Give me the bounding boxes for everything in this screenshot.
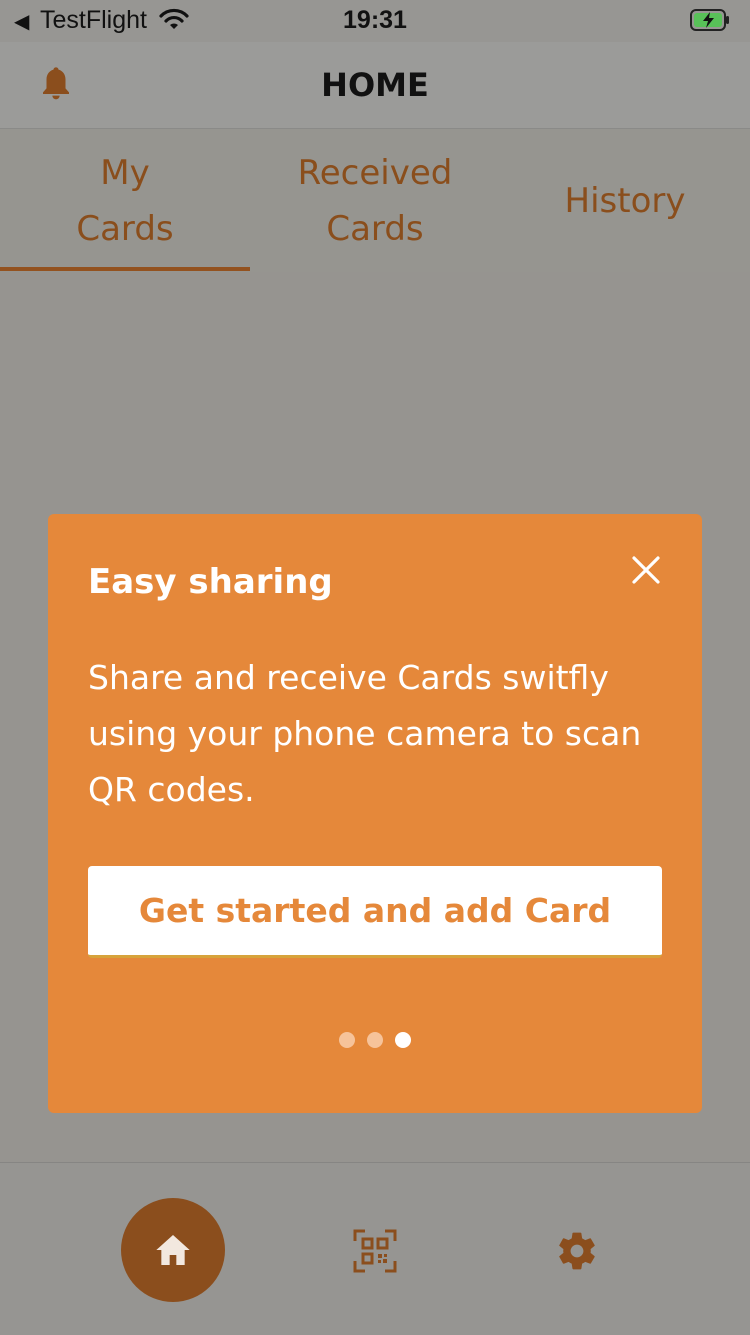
modal-title: Easy sharing xyxy=(88,562,333,602)
tab-bar: My Cards Received Cards History xyxy=(0,129,750,272)
get-started-button[interactable]: Get started and add Card xyxy=(88,866,662,958)
tab-label-line2: Cards xyxy=(326,208,424,249)
tab-history[interactable]: History xyxy=(500,129,750,272)
tab-received-cards[interactable]: Received Cards xyxy=(250,129,500,272)
bottom-nav xyxy=(0,1162,750,1335)
clock: 19:31 xyxy=(343,6,407,34)
qr-code-icon[interactable] xyxy=(353,1229,397,1273)
page-title: HOME xyxy=(321,66,429,104)
app-header: HOME xyxy=(0,42,750,129)
page-dot[interactable] xyxy=(367,1032,383,1048)
tab-my-cards[interactable]: My Cards xyxy=(0,129,250,272)
pagination-dots xyxy=(48,1032,702,1048)
tab-label-line2: Cards xyxy=(76,208,174,249)
status-bar: ◀ TestFlight 19:31 xyxy=(0,0,750,40)
page-dot[interactable] xyxy=(339,1032,355,1048)
gear-icon[interactable] xyxy=(555,1229,599,1273)
home-icon xyxy=(156,1235,190,1265)
tab-label-line1: History xyxy=(564,180,686,221)
close-icon[interactable] xyxy=(630,554,662,586)
tab-label-line1: My xyxy=(100,152,150,193)
battery-charging-icon xyxy=(690,9,729,31)
modal-body-text: Share and receive Cards switfly using yo… xyxy=(88,658,642,809)
active-tab-indicator xyxy=(0,267,250,271)
tab-label-line1: Received xyxy=(297,152,453,193)
page-dot-active[interactable] xyxy=(395,1032,411,1048)
onboarding-modal: Easy sharing Share and receive Cards swi… xyxy=(48,514,702,1113)
home-button[interactable] xyxy=(121,1198,225,1302)
